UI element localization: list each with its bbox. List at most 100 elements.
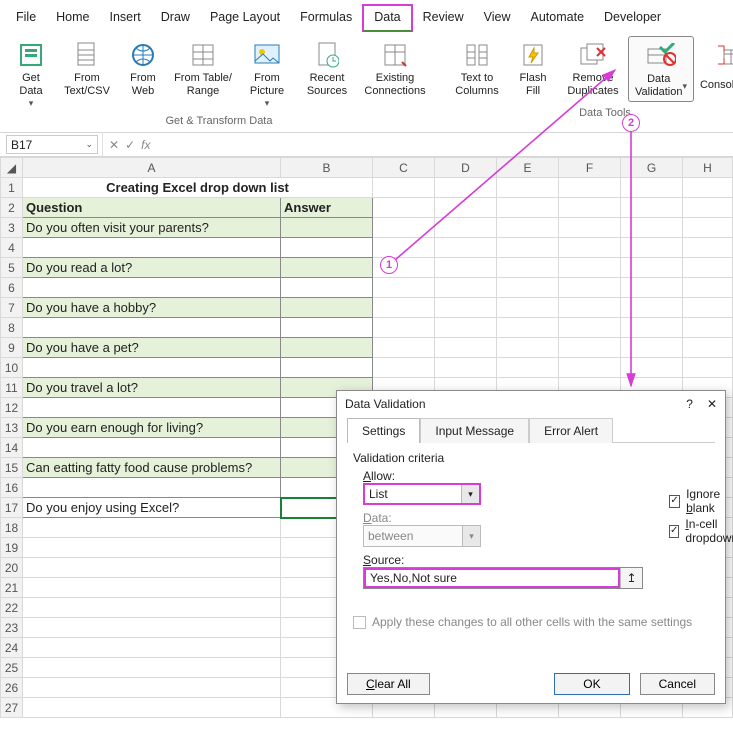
close-icon[interactable]: ✕ (707, 397, 717, 411)
menu-formulas[interactable]: Formulas (290, 6, 362, 30)
cell[interactable]: Do you enjoy using Excel? (23, 498, 281, 518)
col-D[interactable]: D (435, 158, 497, 178)
cell[interactable] (559, 318, 621, 338)
cell[interactable] (497, 198, 559, 218)
row-11[interactable]: 11 (1, 378, 23, 398)
row-22[interactable]: 22 (1, 598, 23, 618)
cell[interactable] (559, 238, 621, 258)
cell[interactable]: Question (23, 198, 281, 218)
cell[interactable] (559, 218, 621, 238)
source-input[interactable]: Yes,No,Not sure ↥ (363, 567, 643, 589)
col-F[interactable]: F (559, 158, 621, 178)
menu-pagelayout[interactable]: Page Layout (200, 6, 290, 30)
text-to-columns-button[interactable]: Text to Columns (448, 36, 506, 102)
cell[interactable] (683, 298, 733, 318)
row-16[interactable]: 16 (1, 478, 23, 498)
row-24[interactable]: 24 (1, 638, 23, 658)
cell[interactable] (281, 318, 373, 338)
row-26[interactable]: 26 (1, 678, 23, 698)
cell[interactable] (621, 178, 683, 198)
cell[interactable] (281, 358, 373, 378)
cell[interactable] (281, 298, 373, 318)
cell[interactable] (23, 358, 281, 378)
cell[interactable] (373, 278, 435, 298)
cell[interactable] (497, 238, 559, 258)
row-7[interactable]: 7 (1, 298, 23, 318)
row-17[interactable]: 17 (1, 498, 23, 518)
col-C[interactable]: C (373, 158, 435, 178)
row-8[interactable]: 8 (1, 318, 23, 338)
row-13[interactable]: 13 (1, 418, 23, 438)
consolidate-button[interactable]: Consolidate (696, 36, 733, 102)
cell[interactable] (497, 218, 559, 238)
cell[interactable] (683, 198, 733, 218)
menu-review[interactable]: Review (413, 6, 474, 30)
cell[interactable] (281, 218, 373, 238)
cell[interactable] (621, 358, 683, 378)
cell[interactable] (23, 278, 281, 298)
cell[interactable] (683, 278, 733, 298)
row-2[interactable]: 2 (1, 198, 23, 218)
row-19[interactable]: 19 (1, 538, 23, 558)
menu-file[interactable]: File (6, 6, 46, 30)
row-1[interactable]: 1 (1, 178, 23, 198)
cell[interactable] (281, 258, 373, 278)
row-20[interactable]: 20 (1, 558, 23, 578)
cell[interactable]: Answer (281, 198, 373, 218)
cell[interactable] (497, 338, 559, 358)
cell[interactable] (23, 598, 281, 618)
col-H[interactable]: H (683, 158, 733, 178)
cell[interactable] (683, 178, 733, 198)
cell[interactable] (281, 338, 373, 358)
cell[interactable]: Do you earn enough for living? (23, 418, 281, 438)
cell[interactable] (559, 358, 621, 378)
row-14[interactable]: 14 (1, 438, 23, 458)
cell[interactable] (373, 298, 435, 318)
cell[interactable] (23, 678, 281, 698)
cell[interactable] (435, 338, 497, 358)
row-4[interactable]: 4 (1, 238, 23, 258)
cell[interactable] (559, 298, 621, 318)
cell[interactable] (281, 278, 373, 298)
cell[interactable] (621, 338, 683, 358)
cell[interactable] (435, 358, 497, 378)
row-5[interactable]: 5 (1, 258, 23, 278)
cell[interactable] (373, 358, 435, 378)
cell[interactable] (621, 238, 683, 258)
cell[interactable] (373, 178, 435, 198)
cell[interactable] (23, 318, 281, 338)
cell[interactable] (23, 618, 281, 638)
fx-icon[interactable]: fx (141, 138, 150, 152)
row-12[interactable]: 12 (1, 398, 23, 418)
cell[interactable] (683, 238, 733, 258)
flash-fill-button[interactable]: Flash Fill (508, 36, 558, 102)
row-23[interactable]: 23 (1, 618, 23, 638)
menu-data[interactable]: Data (362, 4, 412, 32)
cell[interactable] (497, 258, 559, 278)
cell[interactable] (23, 438, 281, 458)
menu-home[interactable]: Home (46, 6, 99, 30)
name-box[interactable]: B17⌄ (6, 135, 98, 154)
cell[interactable] (497, 178, 559, 198)
incell-dropdown-checkbox[interactable]: ✓In-cell dropdown (669, 517, 733, 545)
cell[interactable] (559, 278, 621, 298)
row-27[interactable]: 27 (1, 698, 23, 718)
col-A[interactable]: A (23, 158, 281, 178)
cell[interactable] (497, 318, 559, 338)
cell[interactable] (683, 318, 733, 338)
cell[interactable] (23, 698, 281, 718)
cell[interactable] (23, 238, 281, 258)
cell[interactable] (621, 278, 683, 298)
cell[interactable] (435, 278, 497, 298)
cell[interactable] (435, 298, 497, 318)
cell[interactable] (435, 198, 497, 218)
menu-developer[interactable]: Developer (594, 6, 671, 30)
cell[interactable] (559, 198, 621, 218)
enter-icon[interactable]: ✓ (125, 138, 135, 152)
allow-combo[interactable]: List▾ (363, 483, 481, 505)
ok-button[interactable]: OK (554, 673, 629, 695)
tab-settings[interactable]: Settings (347, 418, 420, 443)
row-6[interactable]: 6 (1, 278, 23, 298)
cell[interactable] (683, 358, 733, 378)
formula-input[interactable] (156, 133, 733, 156)
